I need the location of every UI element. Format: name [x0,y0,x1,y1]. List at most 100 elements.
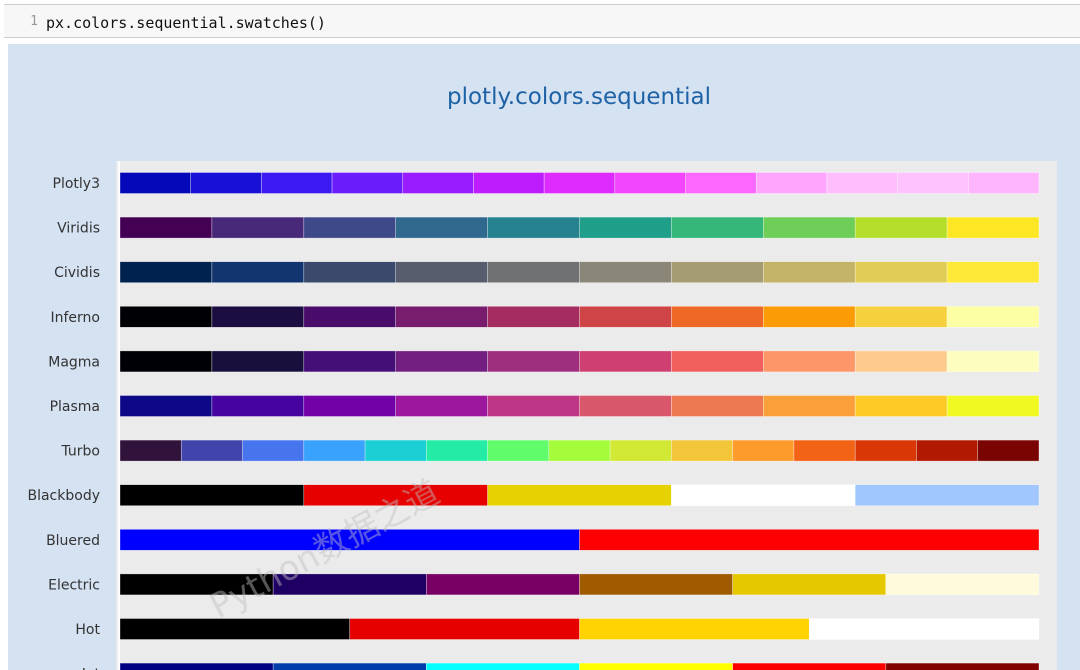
swatch [579,350,672,373]
swatch [762,350,856,373]
row-label: Bluered [46,533,100,549]
swatch [946,216,1040,239]
swatch [579,395,672,417]
swatch [854,484,1040,507]
swatch [579,528,1040,551]
row-label: Blackbody [27,488,100,504]
row-label: Jet [81,667,101,670]
swatch [487,305,580,328]
swatch [762,261,856,283]
swatch [793,439,856,462]
swatch [119,305,213,328]
swatch [968,172,1040,194]
swatch [211,305,305,328]
swatch [854,350,948,373]
swatch [946,350,1040,373]
swatch [885,662,1040,670]
row-label: Inferno [51,310,101,326]
swatch [395,395,488,417]
swatch [426,573,580,596]
swatch [395,350,488,373]
swatch [548,439,611,462]
swatch [426,662,580,670]
swatch [854,439,917,462]
swatch [395,261,488,283]
chart-title: plotly.colors.sequential [447,84,711,110]
swatch [119,662,274,670]
swatch [732,662,887,670]
swatch [685,172,757,194]
swatch [395,305,488,328]
swatch [395,216,488,239]
swatch [487,395,580,417]
swatch [543,172,616,194]
row-label: Magma [48,354,100,370]
swatch [854,216,948,239]
swatch [487,216,580,239]
swatch [579,216,672,239]
output-area: plotly.colors.sequential Plotly3 Viridis C… [8,44,1080,670]
swatch [211,216,305,239]
swatch [364,439,427,462]
row-label: Plasma [50,399,100,415]
swatch [671,261,764,283]
swatch [885,573,1040,596]
swatch [487,439,550,462]
swatch [119,395,213,417]
swatch [762,395,856,417]
line-number: 1 [30,14,38,29]
swatch [732,439,795,462]
swatch [614,172,686,194]
swatch [671,216,764,239]
swatch [946,305,1040,328]
swatch [402,172,474,194]
swatch [671,350,764,373]
swatch [119,216,213,239]
swatch [755,172,828,194]
swatch [303,439,366,462]
swatch [211,395,305,417]
swatch [119,172,191,194]
swatch [473,172,545,194]
swatch [242,439,305,462]
swatch [211,261,305,283]
swatch [487,350,580,373]
swatch [671,395,764,417]
swatch [579,662,733,670]
swatch [119,350,213,373]
code-input[interactable]: px.colors.sequential.swatches() [46,14,326,32]
row-label: Plotly3 [53,176,100,192]
row-label: Hot [75,622,100,638]
swatch [426,439,488,462]
swatch [180,439,243,462]
swatch [190,172,262,194]
swatch [916,439,979,462]
swatch [272,662,427,670]
swatch [826,172,898,194]
swatch [119,261,213,283]
swatch [977,439,1040,462]
swatch [762,305,856,328]
swatch [349,618,580,640]
swatch [487,484,672,507]
swatches-chart: plotly.colors.sequential Plotly3 Viridis C… [27,84,1057,670]
swatch [732,573,887,596]
swatch [303,395,396,417]
swatch [671,484,856,507]
swatch [854,261,948,283]
swatch [303,216,396,239]
swatch [579,261,672,283]
swatch [331,172,404,194]
swatch [261,172,333,194]
swatch [303,305,396,328]
row-label: Electric [48,577,100,593]
swatch [808,618,1040,640]
row-label: Cividis [54,265,100,281]
swatch [897,172,969,194]
swatch [119,484,305,507]
swatch [119,439,182,462]
code-cell[interactable]: 1 px.colors.sequential.swatches() [4,4,1080,38]
swatch [303,261,396,283]
row-label: Viridis [57,221,100,237]
swatch [671,305,764,328]
